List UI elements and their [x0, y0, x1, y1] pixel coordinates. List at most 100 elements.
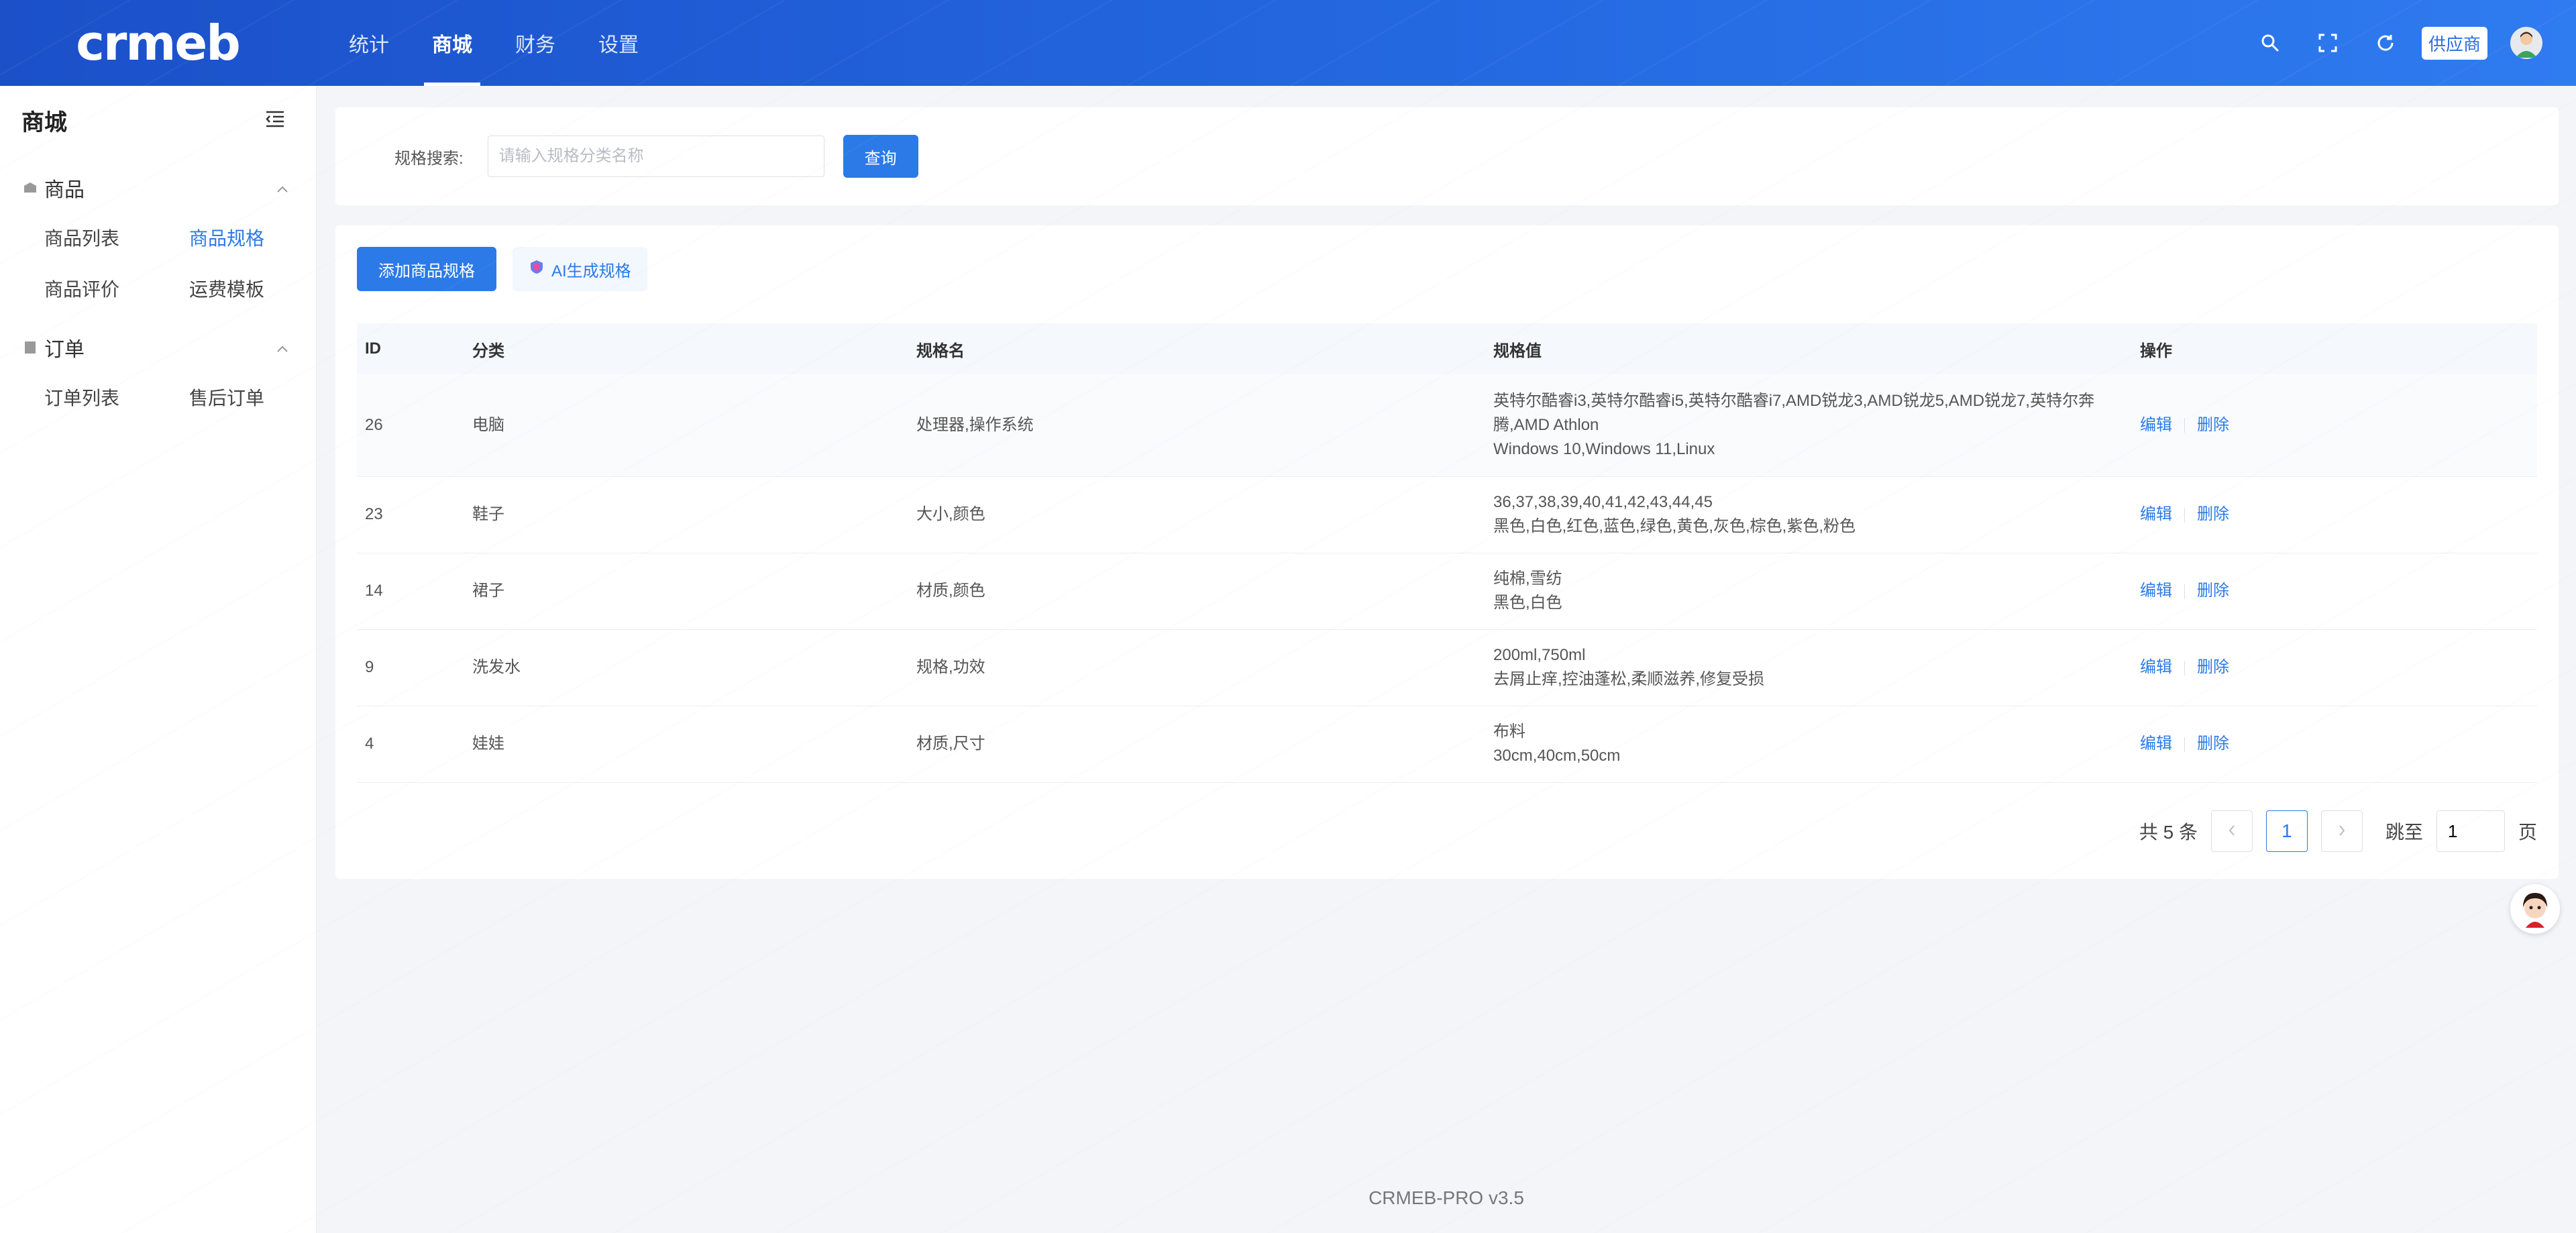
sidebar-item-aftersale-order[interactable]: 售后订单 — [189, 372, 334, 423]
chevron-right-icon — [2337, 820, 2347, 842]
add-spec-button[interactable]: 添加商品规格 — [357, 247, 496, 291]
edit-link[interactable]: 编辑 — [2140, 658, 2172, 676]
sidebar-group-goods[interactable]: 商品 — [0, 164, 316, 212]
spec-search-input[interactable] — [487, 136, 824, 177]
search-label: 规格搜索: — [394, 149, 464, 168]
search-icon[interactable] — [2257, 30, 2284, 56]
ai-button-label: AI生成规格 — [551, 262, 631, 280]
cell-id: 14 — [365, 582, 383, 600]
sidebar-group-label: 订单 — [44, 339, 85, 361]
chevron-left-icon — [2227, 820, 2237, 842]
sidebar-header: 商城 — [0, 86, 316, 154]
sidebar-title: 商城 — [21, 109, 67, 136]
cell-actions: 编辑 删除 — [2132, 706, 2537, 782]
nav-item-stats[interactable]: 统计 — [327, 0, 411, 86]
cell-values: 36,37,38,39,40,41,42,43,44,45 黑色,白色,红色,蓝色… — [1485, 476, 2132, 553]
page-suffix: 页 — [2518, 822, 2537, 843]
sidebar-item-goods-spec[interactable]: 商品规格 — [189, 212, 334, 263]
chevron-up-icon — [276, 176, 289, 199]
cell-actions: 编辑 删除 — [2132, 476, 2537, 553]
cell-values: 200ml,750ml 去屑止痒,控油蓬松,柔顺滋养,修复受损 — [1485, 629, 2132, 706]
query-button[interactable]: 查询 — [843, 135, 918, 178]
edit-link[interactable]: 编辑 — [2140, 735, 2172, 753]
value-line: Windows 10,Windows 11,Linux — [1493, 439, 1715, 458]
top-nav: 统计 商城 财务 设置 — [327, 0, 660, 86]
nav-item-settings[interactable]: 设置 — [577, 0, 660, 86]
delete-link[interactable]: 删除 — [2197, 582, 2229, 600]
cell-id: 4 — [365, 735, 374, 753]
sidebar-item-order-list[interactable]: 订单列表 — [44, 372, 189, 423]
value-line: 黑色,白色,红色,蓝色,绿色,黄色,灰色,棕色,紫色,粉色 — [1493, 517, 1856, 535]
col-header-category: 分类 — [472, 341, 504, 360]
customer-service-avatar[interactable] — [2510, 884, 2560, 934]
delete-link[interactable]: 删除 — [2197, 505, 2229, 523]
sidebar-item-shipping-template[interactable]: 运费模板 — [189, 263, 334, 314]
sidebar-group-items: 订单列表 售后订单 — [0, 372, 316, 423]
table-row: 26 电脑 处理器,操作系统 英特尔酷睿i3,英特尔酷睿i5,英特尔酷睿i7,A… — [357, 374, 2537, 476]
jump-page-input[interactable] — [2436, 810, 2505, 852]
delete-link[interactable]: 删除 — [2197, 735, 2229, 753]
toolbar: 添加商品规格 AI生成规格 — [357, 247, 2537, 291]
collapse-menu-icon[interactable] — [265, 110, 285, 131]
logo[interactable]: crmeb — [0, 0, 315, 86]
cell-actions: 编辑 删除 — [2132, 374, 2537, 476]
col-header-name: 规格名 — [916, 341, 965, 360]
delete-link[interactable]: 删除 — [2197, 416, 2229, 434]
footer-version: CRMEB-PRO v3.5 — [1368, 1187, 1524, 1208]
total-count: 共 5 条 — [2139, 822, 2198, 843]
cell-category: 电脑 — [472, 415, 504, 434]
supplier-badge[interactable]: 供应商 — [2421, 26, 2487, 60]
fullscreen-icon[interactable] — [2314, 30, 2341, 56]
nav-item-finance[interactable]: 财务 — [494, 0, 577, 86]
search-card: 规格搜索: 查询 — [335, 107, 2559, 205]
cell-name: 材质,尺寸 — [916, 735, 985, 753]
edit-link[interactable]: 编辑 — [2140, 416, 2172, 434]
table-header-row: ID 分类 规格名 规格值 操作 — [357, 323, 2537, 374]
table-row: 9 洗发水 规格,功效 200ml,750ml 去屑止痒,控油蓬松,柔顺滋养,修复… — [357, 629, 2537, 706]
user-avatar[interactable] — [2510, 27, 2542, 59]
sidebar-group-items: 商品列表 商品规格 商品评价 运费模板 — [0, 212, 316, 314]
col-header-id: ID — [365, 339, 381, 358]
prev-page-button[interactable] — [2210, 810, 2253, 852]
nav-item-mall[interactable]: 商城 — [411, 0, 494, 86]
next-page-button[interactable] — [2320, 810, 2363, 852]
table-row: 23 鞋子 大小,颜色 36,37,38,39,40,41,42,43,44,4… — [357, 476, 2537, 553]
table-card: 添加商品规格 AI生成规格 ID 分类 规格名 规格值 操作 26 电脑 处理器… — [335, 225, 2559, 879]
divider — [2184, 507, 2185, 523]
sidebar-item-goods-review[interactable]: 商品评价 — [44, 263, 189, 314]
sidebar-group-label: 商品 — [44, 179, 85, 201]
header-actions: 供应商 — [2257, 26, 2576, 60]
cell-id: 26 — [365, 415, 383, 434]
divider — [2184, 584, 2185, 599]
value-line: 布料 — [1493, 722, 1525, 741]
cell-name: 处理器,操作系统 — [916, 415, 1034, 434]
spec-table: ID 分类 规格名 规格值 操作 26 电脑 处理器,操作系统 英特尔酷睿i3,… — [357, 323, 2537, 783]
ai-shield-icon — [529, 259, 545, 280]
ai-generate-spec-button[interactable]: AI生成规格 — [513, 247, 647, 291]
divider — [2184, 737, 2185, 752]
sidebar-group-order[interactable]: 订单 — [0, 323, 316, 372]
sidebar-item-goods-list[interactable]: 商品列表 — [44, 212, 189, 263]
cell-id: 23 — [365, 505, 383, 523]
col-header-values: 规格值 — [1493, 341, 1542, 360]
col-header-actions: 操作 — [2140, 341, 2172, 360]
delete-link[interactable]: 删除 — [2197, 658, 2229, 676]
value-line: 纯棉,雪纺 — [1493, 570, 1562, 588]
logo-text: crmeb — [76, 15, 241, 71]
value-line: 黑色,白色 — [1493, 594, 1562, 612]
pagination: 共 5 条 1 跳至 页 — [2139, 810, 2537, 852]
cell-id: 9 — [365, 658, 374, 676]
value-line: 200ml,750ml — [1493, 646, 1586, 664]
edit-link[interactable]: 编辑 — [2140, 582, 2172, 600]
cell-actions: 编辑 删除 — [2132, 629, 2537, 706]
page-number-button[interactable]: 1 — [2265, 810, 2308, 852]
cell-values: 布料 30cm,40cm,50cm — [1485, 706, 2132, 782]
refresh-icon[interactable] — [2372, 30, 2399, 56]
cell-category: 娃娃 — [472, 735, 504, 753]
cell-name: 大小,颜色 — [916, 505, 985, 523]
cell-category: 鞋子 — [472, 505, 504, 523]
table-row: 4 娃娃 材质,尺寸 布料 30cm,40cm,50cm 编辑 删除 — [357, 706, 2537, 782]
value-line: 去屑止痒,控油蓬松,柔顺滋养,修复受损 — [1493, 670, 1765, 688]
edit-link[interactable]: 编辑 — [2140, 505, 2172, 523]
order-icon — [23, 340, 38, 355]
